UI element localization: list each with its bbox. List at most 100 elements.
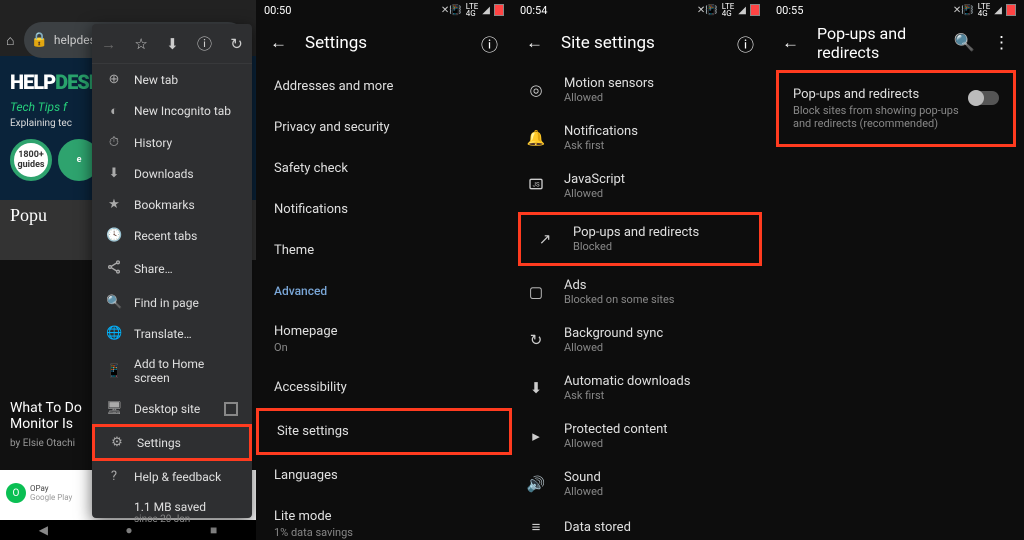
site-item-pop-ups-and-redirects[interactable]: ↗Pop-ups and redirectsBlocked [518,212,762,266]
menu-item-find-in-page[interactable]: 🔍Find in page [92,287,252,318]
home-icon[interactable]: ⌂ [6,32,14,49]
pop-ups-and-redirects-icon: ↗ [535,230,555,248]
lte-label: LTE4G [722,3,735,17]
back-icon[interactable]: ← [782,33,799,53]
menu-item-settings[interactable]: ⚙ Settings [92,424,252,461]
site-item-background-sync[interactable]: ↻Background syncAllowed [512,316,768,364]
lte-label: LTE4G [978,3,991,17]
site-item-javascript[interactable]: JSJavaScriptAllowed [512,162,768,210]
site-item-ads[interactable]: ▢AdsBlocked on some sites [512,268,768,316]
menu-item-new-tab[interactable]: ⊕New tab [92,64,252,95]
ad-logo: O [6,483,26,503]
forward-icon[interactable]: → [101,35,116,53]
site-item-sound[interactable]: 🔊SoundAllowed [512,460,768,508]
menu-item-desktop-site[interactable]: 🖥 Desktop site [92,393,252,424]
nav-back-icon[interactable]: ◀ [39,523,48,537]
site-item-sub: Ask first [564,139,638,152]
lock-icon: 🔒 [30,32,47,48]
popups-toggle-row[interactable]: Pop-ups and redirects Block sites from s… [776,70,1016,147]
ads-icon: ▢ [526,283,546,301]
site-item-notifications[interactable]: 🔔NotificationsAsk first [512,114,768,162]
menu-item-label: Settings [137,436,181,450]
reload-icon[interactable]: ↻ [230,35,243,53]
menu-item-label: New Incognito tab [134,104,231,118]
site-item-title: Background sync [564,326,663,341]
panel-site-settings: 00:54 ✕📳 LTE4G ◢ ← Site settings ⓘ ◎Moti… [512,0,768,540]
site-item-motion-sensors[interactable]: ◎Motion sensorsAllowed [512,66,768,114]
popups-text: Pop-ups and redirects Block sites from s… [793,87,959,130]
settings-item-notifications[interactable]: Notifications [256,189,512,230]
mute-icon: ✕📳 [697,5,718,16]
automatic-downloads-icon: ⬇ [526,379,546,397]
download-icon[interactable]: ⬇ [166,35,179,53]
settings-item-site-settings[interactable]: Site settings [256,408,512,455]
settings-item-safety-check[interactable]: Safety check [256,148,512,189]
menu-item-help-feedback[interactable]: ?Help & feedback [92,461,252,492]
downloads-icon: ⬇ [106,166,122,181]
settings-item-lite-mode[interactable]: Lite mode 1% data savings [256,496,512,540]
overflow-icon[interactable]: ⋮ [993,33,1010,53]
menu-item--mb-saved[interactable]: 1.1 MB savedsince 20 Jan [92,492,252,533]
site-item-automatic-downloads[interactable]: ⬇Automatic downloadsAsk first [512,364,768,412]
settings-icon: ⚙ [109,435,125,450]
settings-item-theme[interactable]: Theme [256,230,512,271]
settings-sub: 1% data savings [274,526,494,539]
site-item-protected-content[interactable]: ▸Protected contentAllowed [512,412,768,460]
settings-item-accessibility[interactable]: Accessibility [256,367,512,408]
signal-icon: ◢ [482,5,490,16]
menu-top-row: → ☆ ⬇ ⓘ ↻ [92,24,252,64]
status-time: 00:50 [264,4,291,17]
menu-item-add-to-home-screen[interactable]: 📱Add to Home screen [92,349,252,393]
site-item-data-stored[interactable]: ≡Data stored [512,508,768,540]
find-in-page-icon: 🔍 [106,295,122,310]
page-title: Settings [305,33,367,53]
settings-item-addresses-and-more[interactable]: Addresses and more [256,66,512,107]
menu-item-downloads[interactable]: ⬇Downloads [92,158,252,189]
lte-label: LTE4G [466,3,479,17]
settings-label: Languages [274,468,494,483]
new-incognito-tab-icon: ◐ [106,103,122,119]
menu-item-sub: since 20 Jan [134,514,206,525]
javascript-icon: JS [526,176,546,196]
popups-toggle[interactable] [969,91,999,105]
menu-item-new-incognito-tab[interactable]: ◐ New Incognito tab [92,95,252,127]
site-item-title: Protected content [564,422,668,437]
protected-content-icon: ▸ [526,427,546,445]
help-icon[interactable]: ⓘ [737,31,754,56]
app-bar: ← Site settings ⓘ [512,20,768,66]
search-icon[interactable]: 🔍 [954,33,975,53]
settings-label: Homepage [274,324,494,339]
battery-icon [1006,4,1016,16]
back-icon[interactable]: ← [526,33,543,53]
menu-item-label: Translate… [134,327,192,341]
settings-label: Lite mode [274,509,494,524]
battery-icon [750,4,760,16]
settings-label: Privacy and security [274,120,494,135]
menu-item-label: Share… [134,262,173,276]
menu-item-recent-tabs[interactable]: 🕓Recent tabs [92,220,252,251]
app-bar: ← Pop-ups and redirects 🔍 ⋮ [768,20,1024,66]
settings-item-homepage[interactable]: HomepageOn [256,311,512,367]
help-icon[interactable]: ⓘ [481,31,498,56]
menu-item-label: 1.1 MB saved [134,500,206,514]
settings-label: Safety check [274,161,494,176]
back-icon[interactable]: ← [270,33,287,53]
settings-item-privacy-and-security[interactable]: Privacy and security [256,107,512,148]
status-bar: 00:55 ✕📳 LTE4G ◢ [768,0,1024,20]
menu-item-bookmarks[interactable]: ★Bookmarks [92,189,252,220]
menu-item-history[interactable]: ⏱History [92,127,252,158]
star-icon[interactable]: ☆ [134,35,147,53]
status-icons: ✕📳 LTE4G ◢ [953,3,1016,17]
menu-item-share-[interactable]: Share… [92,251,252,287]
status-time: 00:55 [776,4,803,17]
site-item-sub: Allowed [564,91,654,104]
desktop-site-checkbox[interactable] [224,402,238,416]
page-title: Site settings [561,33,655,53]
menu-item-translate-[interactable]: 🌐Translate… [92,318,252,349]
info-icon[interactable]: ⓘ [197,33,212,54]
settings-item-languages[interactable]: Languages [256,455,512,496]
menu-item-label: Desktop site [134,402,200,416]
settings-item-advanced: Advanced [256,271,512,311]
settings-label: Addresses and more [274,79,494,94]
desktop-site-icon: 🖥 [106,401,122,416]
